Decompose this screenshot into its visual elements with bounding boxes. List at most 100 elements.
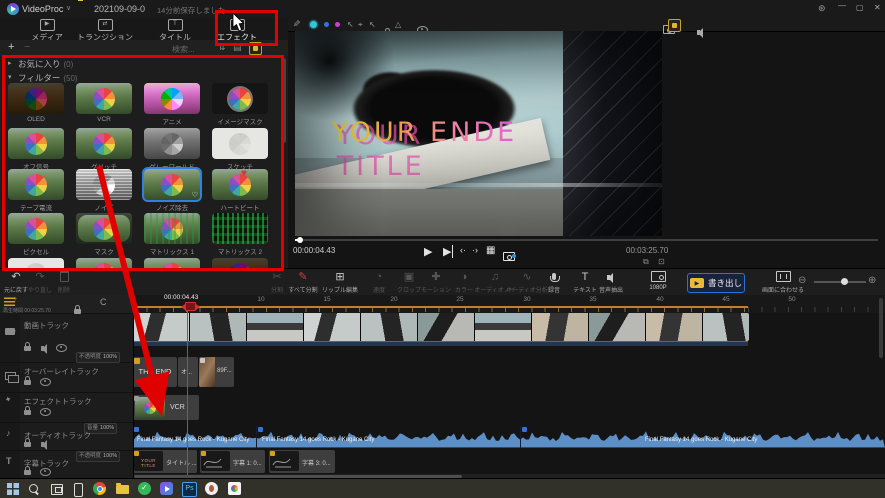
chrome-app[interactable] bbox=[93, 482, 107, 496]
audio-extract-button[interactable]: 音声抽出 bbox=[589, 271, 633, 294]
timeline: 10 15 20 25 30 35 40 45 50 THE END 89F..… bbox=[0, 295, 885, 478]
search-input[interactable]: 検索... bbox=[172, 44, 195, 55]
delete-button[interactable]: 削除 bbox=[42, 271, 86, 294]
playhead-marker[interactable] bbox=[178, 302, 203, 311]
audio-clip[interactable]: Final Fantasy 14 goes Rock - Kugane City… bbox=[133, 426, 885, 448]
zoom-out-icon[interactable]: ⊖ bbox=[798, 275, 806, 286]
tab-title[interactable]: T タイトル bbox=[150, 18, 200, 42]
file-explorer-app[interactable] bbox=[116, 482, 130, 496]
total-time: 00:03:25.70 bbox=[626, 246, 669, 255]
seek-bar[interactable] bbox=[295, 239, 878, 241]
chevron-down-icon[interactable]: ∨ bbox=[66, 4, 71, 12]
clip-tag bbox=[134, 396, 139, 401]
task-view-button[interactable] bbox=[49, 482, 63, 496]
project-name: 202109-09-0 bbox=[94, 4, 146, 14]
lock-icon[interactable] bbox=[24, 342, 31, 351]
timeline-ruler[interactable]: 10 15 20 25 30 35 40 45 50 bbox=[133, 295, 885, 313]
play-button[interactable]: ▶ bbox=[424, 245, 432, 258]
ripple-edit-button[interactable]: ⊞ リップル編集 bbox=[318, 271, 362, 294]
prev-frame-button[interactable]: ‹· bbox=[460, 245, 466, 255]
your-phone-app[interactable] bbox=[71, 482, 85, 497]
subtitle-clip[interactable]: 字幕 3: 0... bbox=[269, 450, 335, 473]
photoshop-app[interactable]: Ps bbox=[182, 482, 197, 497]
pointer-tool-icon[interactable]: ↖ bbox=[369, 20, 376, 29]
minimize-button[interactable]: — bbox=[838, 1, 846, 10]
tab-media[interactable]: ▶ メディア bbox=[22, 18, 72, 42]
playhead-line[interactable] bbox=[187, 302, 188, 475]
track-header-video[interactable]: 動画トラック 不透明度 100% bbox=[0, 313, 133, 363]
color-dot-cyan[interactable] bbox=[310, 21, 317, 28]
start-button[interactable] bbox=[6, 482, 20, 496]
app-icon-square[interactable] bbox=[228, 482, 242, 496]
clip-tag bbox=[270, 451, 275, 456]
audio-track-icon: ♪ bbox=[6, 428, 11, 438]
crop-overlay-toggle[interactable] bbox=[668, 19, 681, 32]
add-track-plus[interactable]: + bbox=[13, 296, 17, 303]
color-dot-blue[interactable] bbox=[324, 22, 329, 27]
color-dot-magenta[interactable] bbox=[335, 22, 340, 27]
mute-icon[interactable] bbox=[41, 439, 47, 450]
timeline-zoom-knob[interactable] bbox=[841, 278, 848, 285]
speaker-icon[interactable] bbox=[697, 27, 704, 38]
effect-clip-vcr[interactable]: VCR bbox=[133, 395, 199, 420]
opacity-badge[interactable]: 不透明度 100% bbox=[76, 451, 121, 462]
titlebar: VideoProc ∨ 202109-09-0 14分前保存しました ⊛ — ▢… bbox=[0, 0, 885, 19]
overlay-track-icon bbox=[5, 372, 19, 383]
add-button[interactable]: + bbox=[8, 41, 14, 53]
preview-toolbar: ✎ ↖ ⌖ ↖ △ bbox=[288, 18, 885, 38]
copy-view-icon[interactable]: ⧉ bbox=[643, 257, 649, 267]
audio-clip-boundary bbox=[520, 426, 521, 448]
visibility-icon[interactable] bbox=[56, 344, 67, 352]
search-button[interactable] bbox=[27, 482, 41, 496]
tab-transition[interactable]: ⇄ トランジション bbox=[75, 18, 135, 42]
maximize-button[interactable]: ▢ bbox=[856, 3, 864, 12]
track-header-subtitle[interactable]: 不透明度 100% T 字幕トラック bbox=[0, 450, 133, 478]
visibility-icon[interactable] bbox=[40, 468, 51, 476]
antivirus-app[interactable]: ✓ bbox=[138, 482, 152, 496]
track-headers: + C 再生時間 00:03:25.70 動画トラック 不透明度 100% オーバ… bbox=[0, 295, 134, 478]
pen-tool-icon[interactable]: ✎ bbox=[293, 19, 301, 30]
lock-icon[interactable] bbox=[24, 466, 31, 475]
close-button[interactable]: ✕ bbox=[874, 3, 881, 12]
resolution-button[interactable]: 1080P bbox=[636, 271, 680, 291]
track-header-audio[interactable]: 音量 100% ♪ オーディオトラック bbox=[0, 422, 133, 451]
video-clip[interactable] bbox=[133, 313, 749, 341]
select-tool-icon[interactable]: ↖ bbox=[347, 20, 354, 29]
app-name[interactable]: VideoProc bbox=[22, 4, 63, 14]
clip-tag bbox=[134, 358, 140, 364]
prism-tool-icon[interactable]: △ bbox=[395, 20, 401, 29]
clip-tag bbox=[200, 358, 205, 363]
export-button[interactable]: ▶ 書き出し bbox=[687, 273, 745, 293]
playhead-time: 00:00:04.43 bbox=[164, 294, 199, 301]
track-header-overlay[interactable]: オーバーレイトラック bbox=[0, 362, 133, 393]
remove-button[interactable]: − bbox=[24, 41, 30, 53]
audio-clip-boundary bbox=[256, 426, 257, 448]
next-frame-button[interactable]: ·› bbox=[472, 245, 478, 255]
seek-knob[interactable] bbox=[297, 237, 303, 243]
lock-icon[interactable] bbox=[24, 376, 31, 385]
visibility-icon[interactable] bbox=[40, 378, 51, 386]
subtitle-clip[interactable]: 字幕 1: 0... bbox=[200, 450, 265, 473]
zoom-in-icon[interactable]: ⊕ bbox=[868, 275, 876, 286]
mouse-cursor bbox=[232, 13, 245, 32]
overlay-clip[interactable]: オ... bbox=[178, 357, 198, 387]
snap-icon[interactable]: C bbox=[100, 297, 107, 307]
ripple-icon: ⊞ bbox=[335, 271, 345, 283]
videoproc-app-active[interactable] bbox=[160, 482, 174, 496]
play-from-start-button[interactable]: ▶ bbox=[443, 245, 454, 258]
settings-gear-icon[interactable]: ⊛ bbox=[818, 3, 826, 14]
mute-icon[interactable] bbox=[41, 343, 47, 354]
app-icon-round[interactable] bbox=[205, 482, 219, 496]
marker-frame-icon[interactable]: ▦ bbox=[486, 245, 495, 256]
lock-icon[interactable] bbox=[24, 406, 31, 415]
lock-icon[interactable] bbox=[24, 438, 31, 447]
target-tool-icon[interactable]: ⌖ bbox=[358, 20, 363, 30]
visibility-icon[interactable] bbox=[40, 408, 51, 416]
clip-tag bbox=[522, 427, 527, 432]
fullscreen-icon[interactable]: ⊡ bbox=[658, 257, 665, 266]
media-icon: ▶ bbox=[39, 19, 55, 31]
clip-tag bbox=[134, 314, 140, 320]
timeline-zoom-slider[interactable] bbox=[814, 281, 866, 283]
timeline-vscroll-thumb[interactable] bbox=[879, 298, 883, 358]
track-header-effect[interactable]: ✦ エフェクトトラック bbox=[0, 392, 133, 423]
